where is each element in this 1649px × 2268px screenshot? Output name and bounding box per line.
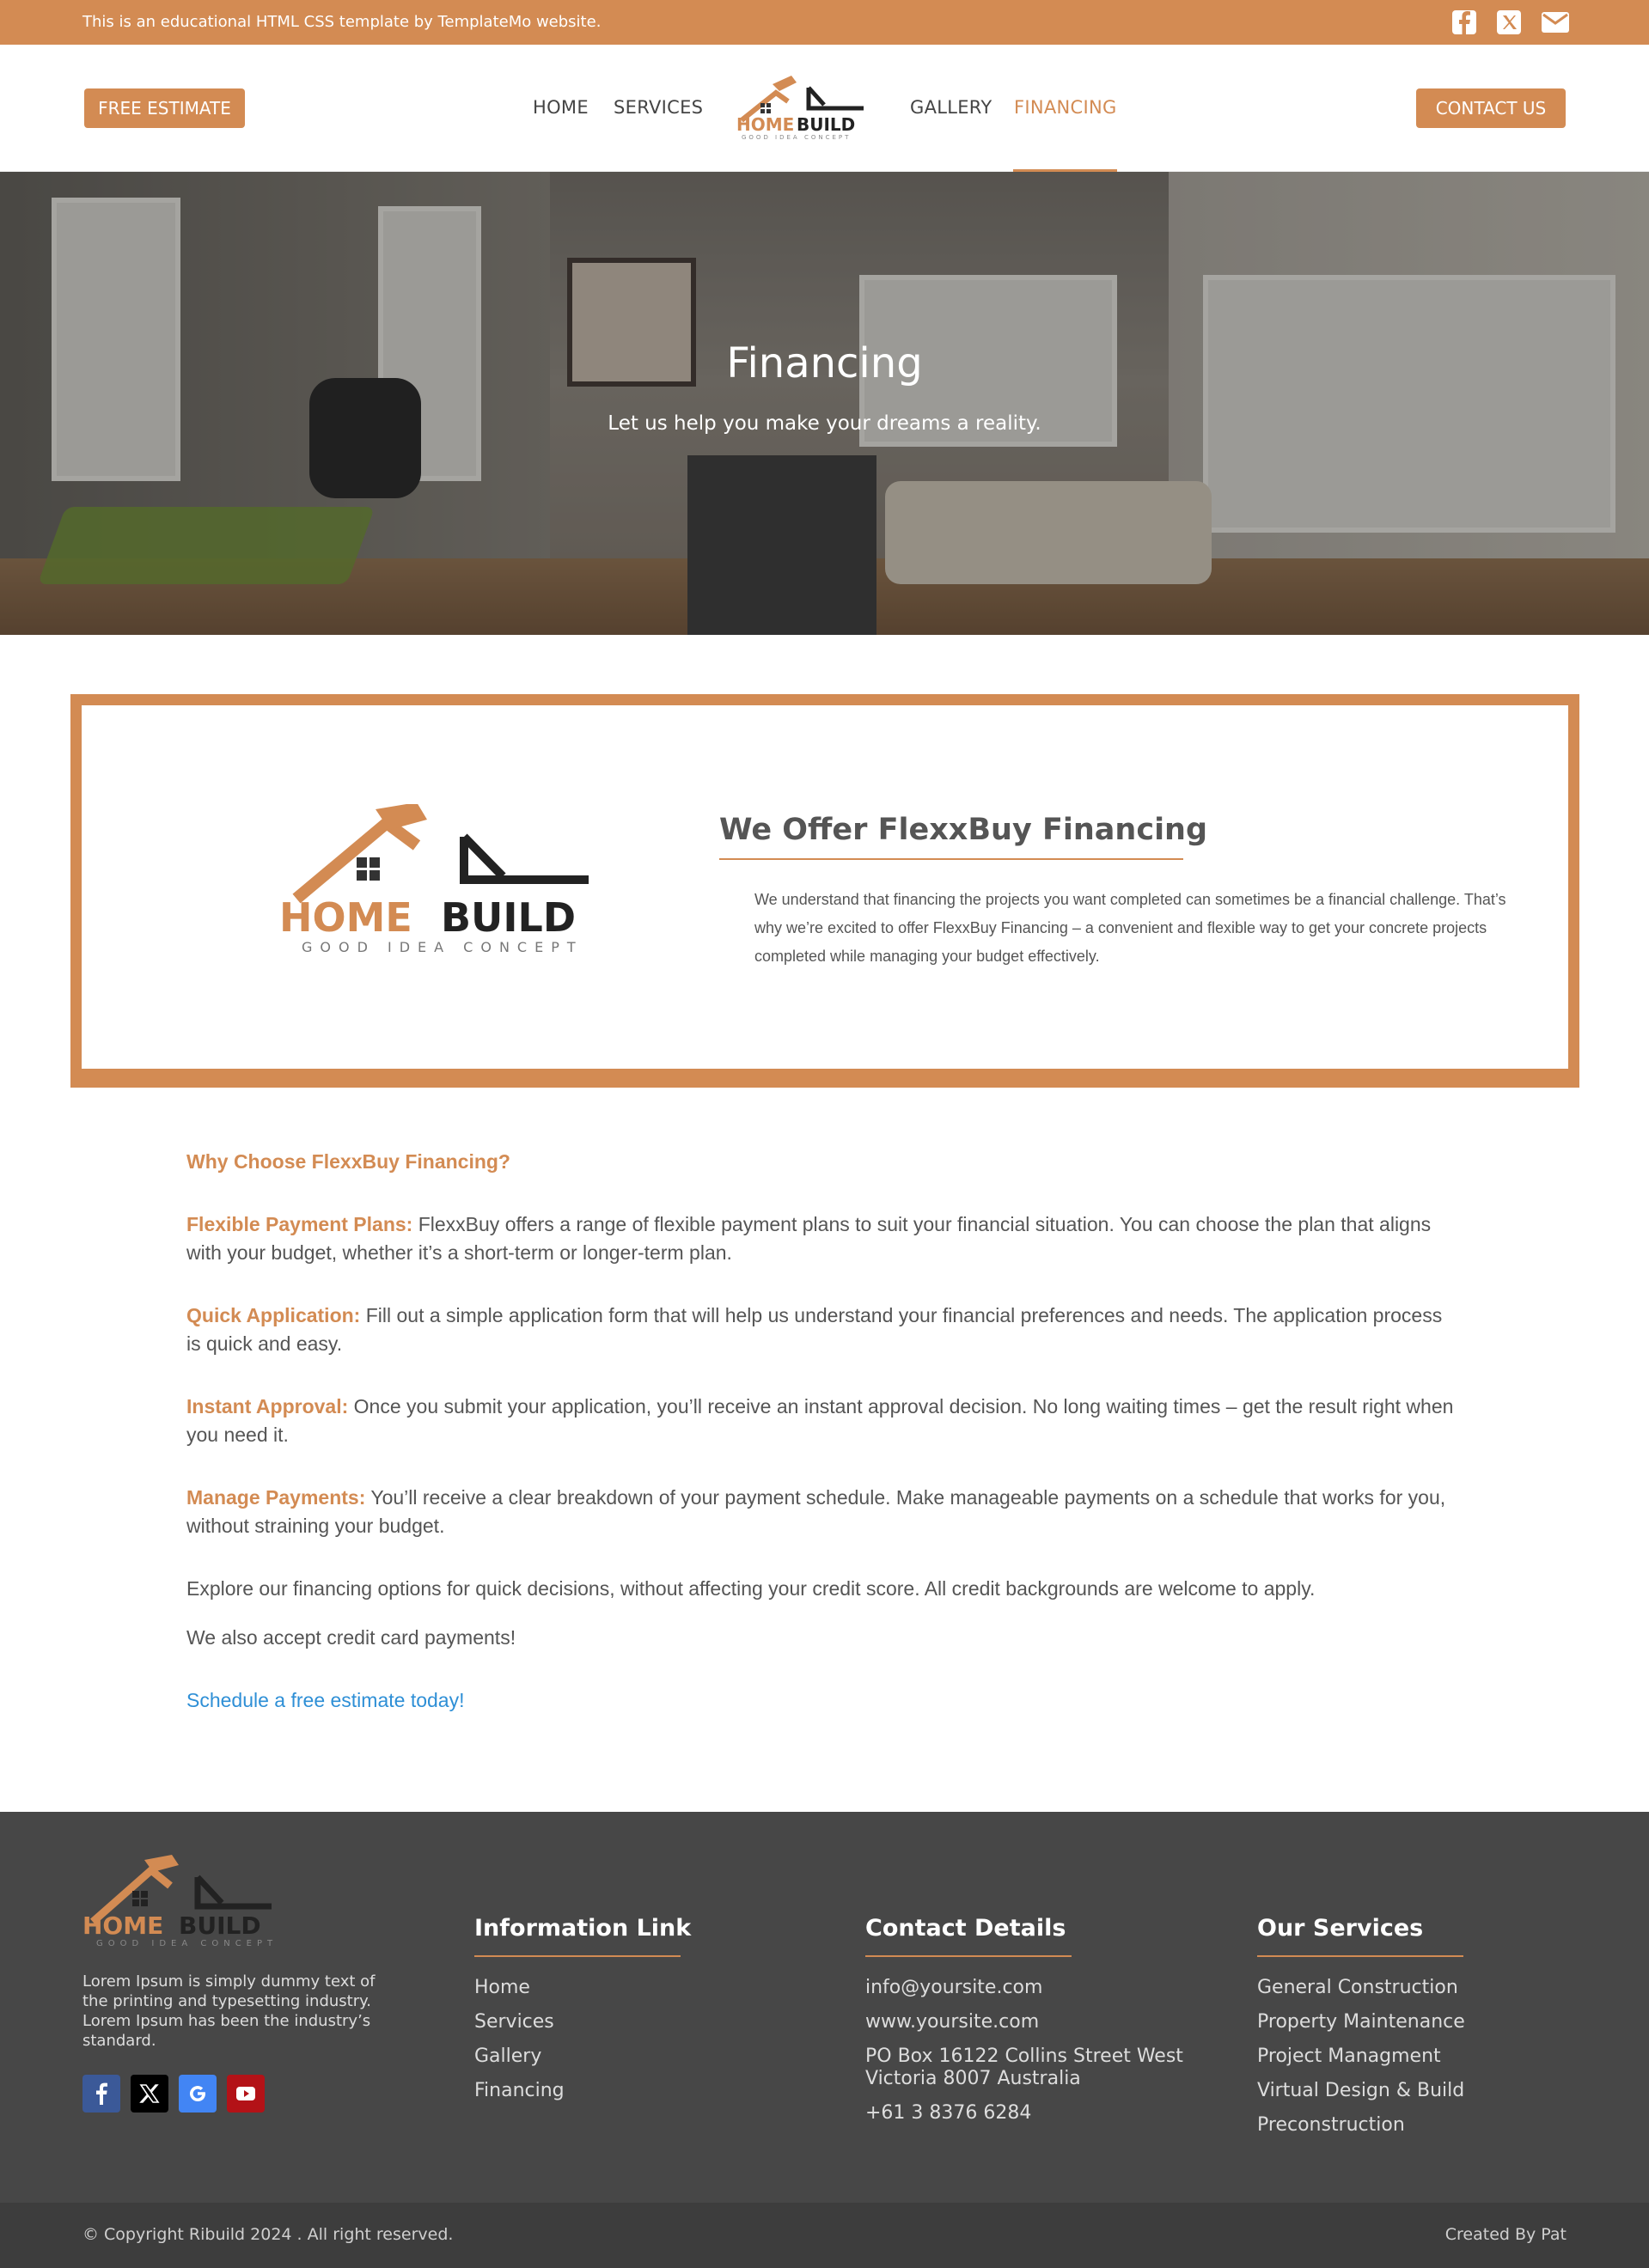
free-estimate-button[interactable]: FREE ESTIMATE: [84, 88, 245, 128]
top-announcement-bar: This is an educational HTML CSS template…: [0, 0, 1649, 45]
page-title: Financing: [726, 339, 923, 387]
offer-heading: We Offer FlexxBuy Financing: [719, 813, 1208, 847]
site-footer: HOME BUILD GOOD IDEA CONCEPT Lorem Ipsum…: [0, 1812, 1649, 2203]
footer-about-text: Lorem Ipsum is simply dummy text of the …: [82, 1972, 376, 2050]
nav-home[interactable]: HOME: [533, 97, 589, 118]
contact-email[interactable]: info@yoursite.com: [865, 1971, 1183, 2005]
schedule-estimate-link[interactable]: Schedule a free estimate today!: [186, 1686, 1458, 1715]
footer-link-services[interactable]: Services: [474, 2005, 691, 2039]
created-by-text: Created By Pat: [1444, 2225, 1567, 2244]
footer-logo-word-home: HOME: [82, 1911, 163, 1940]
google-icon[interactable]: [179, 2075, 217, 2113]
hero-subtitle: Let us help you make your dreams a reali…: [608, 412, 1041, 435]
x-twitter-icon[interactable]: [1496, 10, 1522, 34]
contact-phone[interactable]: +61 3 8376 6284: [865, 2096, 1183, 2131]
service-item[interactable]: Preconstruction: [1257, 2108, 1465, 2143]
services-heading: Our Services: [1257, 1915, 1424, 1942]
service-item[interactable]: Virtual Design & Build: [1257, 2074, 1465, 2108]
nav-gallery[interactable]: GALLERY: [910, 97, 992, 118]
site-header: FREE ESTIMATE HOME SERVICES HOME BUILD G…: [0, 45, 1649, 172]
footer-logo-tagline: GOOD IDEA CONCEPT: [96, 1939, 278, 1948]
offer-logo-tagline: GOOD IDEA CONCEPT: [302, 939, 583, 955]
footer-info-column: Information Link Home Services Gallery F…: [474, 1915, 691, 2108]
contact-address: PO Box 16122 Collins Street West Victoria…: [865, 2045, 1183, 2089]
explore-text: Explore our financing options for quick …: [186, 1577, 1316, 1600]
credit-card-text: We also accept credit card payments!: [186, 1626, 516, 1649]
logo-tagline: GOOD IDEA CONCEPT: [742, 134, 851, 141]
footer-link-financing[interactable]: Financing: [474, 2074, 691, 2108]
facebook-icon[interactable]: [82, 2075, 120, 2113]
service-item[interactable]: Project Managment: [1257, 2039, 1465, 2074]
footer-social-links: [82, 2075, 265, 2113]
copyright-text: © Copyright Ribuild 2024 . All right res…: [82, 2225, 454, 2244]
footer-logo-word-build: BUILD: [179, 1911, 261, 1940]
point-instant: Instant Approval: Once you submit your a…: [186, 1395, 1454, 1446]
hero-banner: [0, 172, 1649, 635]
footer-link-gallery[interactable]: Gallery: [474, 2039, 691, 2074]
offer-logo: HOME BUILD GOOD IDEA CONCEPT: [279, 802, 614, 959]
offer-heading-rule: [719, 858, 1183, 860]
footer-logo[interactable]: HOME BUILD GOOD IDEA CONCEPT: [82, 1855, 289, 1949]
x-twitter-icon[interactable]: [131, 2075, 168, 2113]
why-heading: Why Choose FlexxBuy Financing?: [186, 1150, 510, 1173]
logo-word-build: BUILD: [797, 114, 855, 135]
offer-logo-word-home: HOME: [279, 894, 412, 941]
top-social-icons: [1451, 10, 1569, 34]
nav-financing[interactable]: FINANCING: [1014, 97, 1117, 118]
contact-website[interactable]: www.yoursite.com: [865, 2005, 1183, 2039]
info-heading: Information Link: [474, 1915, 692, 1942]
financing-offer-box: HOME BUILD GOOD IDEA CONCEPT We Offer Fl…: [70, 694, 1579, 1088]
footer-contact-column: Contact Details info@yoursite.com www.yo…: [865, 1915, 1183, 2131]
facebook-icon[interactable]: [1451, 10, 1477, 34]
copyright-bar: © Copyright Ribuild 2024 . All right res…: [0, 2203, 1649, 2268]
logo-word-home: HOME: [736, 114, 794, 135]
contact-us-button[interactable]: CONTACT US: [1416, 88, 1566, 128]
offer-text: We understand that financing the project…: [754, 891, 1506, 965]
youtube-icon[interactable]: [227, 2075, 265, 2113]
footer-link-home[interactable]: Home: [474, 1971, 691, 2005]
nav-services[interactable]: SERVICES: [614, 97, 703, 118]
header-logo[interactable]: HOME BUILD GOOD IDEA CONCEPT: [735, 70, 876, 141]
envelope-icon[interactable]: [1541, 10, 1569, 34]
footer-services-column: Our Services General Construction Proper…: [1257, 1915, 1465, 2143]
service-item[interactable]: General Construction: [1257, 1971, 1465, 2005]
point-quick: Quick Application: Fill out a simple app…: [186, 1304, 1443, 1355]
announcement-text: This is an educational HTML CSS template…: [82, 13, 602, 31]
contact-heading: Contact Details: [865, 1915, 1066, 1942]
point-flexible: Flexible Payment Plans: FlexxBuy offers …: [186, 1213, 1432, 1264]
point-manage: Manage Payments: You’ll receive a clear …: [186, 1486, 1446, 1537]
financing-content: Why Choose FlexxBuy Financing? Flexible …: [186, 1148, 1458, 1715]
service-item[interactable]: Property Maintenance: [1257, 2005, 1465, 2039]
offer-logo-word-build: BUILD: [441, 894, 576, 941]
